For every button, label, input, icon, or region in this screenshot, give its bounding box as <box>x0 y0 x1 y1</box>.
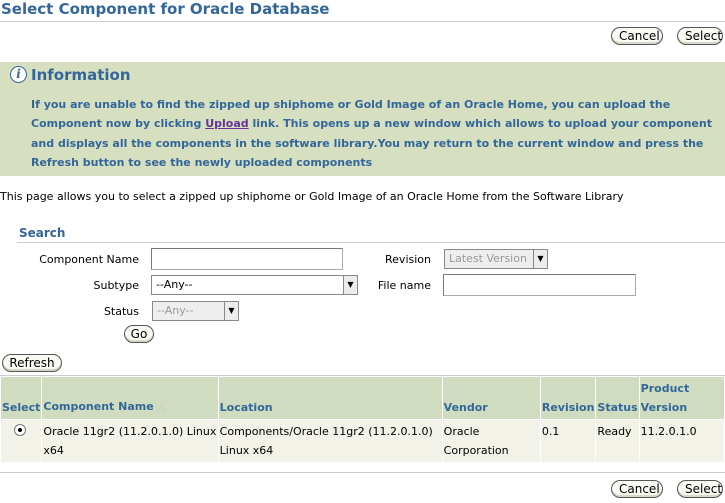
file-name-label: File name <box>377 279 431 292</box>
vendor-cell: Oracle Corporation <box>441 419 541 463</box>
component-name-cell: Oracle 11gr2 (11.2.0.1.0) Linux x64 <box>41 419 219 463</box>
table-row[interactable]: Oracle 11gr2 (11.2.0.1.0) Linux x64 Comp… <box>0 419 725 463</box>
info-icon: i <box>10 66 27 83</box>
subtype-label: Subtype <box>93 279 139 292</box>
select-button-bottom[interactable]: Select <box>677 480 723 498</box>
chevron-down-icon: ▼ <box>224 302 238 320</box>
column-header-select: Select <box>0 376 43 420</box>
status-cell: Ready <box>595 419 640 463</box>
bottom-divider <box>0 472 725 473</box>
file-name-input[interactable] <box>443 274 636 296</box>
column-header-product-version: Product Version <box>638 376 725 420</box>
table-header-row: Select Component Name △ Location Vendor … <box>0 376 725 420</box>
select-radio[interactable] <box>14 424 26 436</box>
search-heading: Search <box>19 226 66 240</box>
subtype-select-value: --Any-- <box>156 278 193 291</box>
revision-select[interactable]: Latest Version ▼ <box>444 249 548 269</box>
revision-label: Revision <box>385 253 431 266</box>
column-header-status: Status <box>595 376 640 420</box>
information-box: i Information If you are unable to find … <box>0 62 725 176</box>
upload-link[interactable]: Upload <box>205 117 248 130</box>
title-divider <box>0 21 725 22</box>
select-button-top[interactable]: Select <box>677 27 723 45</box>
column-header-component-name[interactable]: Component Name △ <box>41 376 219 420</box>
cancel-button-bottom[interactable]: Cancel <box>611 480 663 498</box>
status-label: Status <box>103 305 139 318</box>
column-header-revision: Revision <box>539 376 597 420</box>
select-cell[interactable] <box>0 419 43 463</box>
components-table: Select Component Name △ Location Vendor … <box>0 376 725 463</box>
sort-ascending-icon[interactable]: △ <box>158 402 166 413</box>
component-name-label: Component Name <box>39 253 139 266</box>
information-text: If you are unable to find the zipped up … <box>31 95 721 172</box>
status-select-value: --Any-- <box>157 304 194 317</box>
status-select[interactable]: --Any-- ▼ <box>152 301 239 321</box>
page-description: This page allows you to select a zipped … <box>0 190 624 203</box>
information-heading: Information <box>31 66 131 84</box>
revision-select-value: Latest Version <box>449 252 527 265</box>
cancel-button-top[interactable]: Cancel <box>611 27 663 45</box>
product-version-cell: 11.2.0.1.0 <box>638 419 725 463</box>
column-header-component-name-label: Component Name <box>43 400 154 413</box>
location-cell: Components/Oracle 11gr2 (11.2.0.1.0) Lin… <box>217 419 443 463</box>
column-header-location: Location <box>217 376 443 420</box>
refresh-button[interactable]: Refresh <box>2 354 62 372</box>
page-title: Select Component for Oracle Database <box>1 0 330 18</box>
chevron-down-icon: ▼ <box>533 250 547 268</box>
revision-cell: 0.1 <box>539 419 597 463</box>
go-button[interactable]: Go <box>124 325 154 343</box>
search-divider <box>17 242 725 243</box>
column-header-vendor: Vendor <box>441 376 541 420</box>
